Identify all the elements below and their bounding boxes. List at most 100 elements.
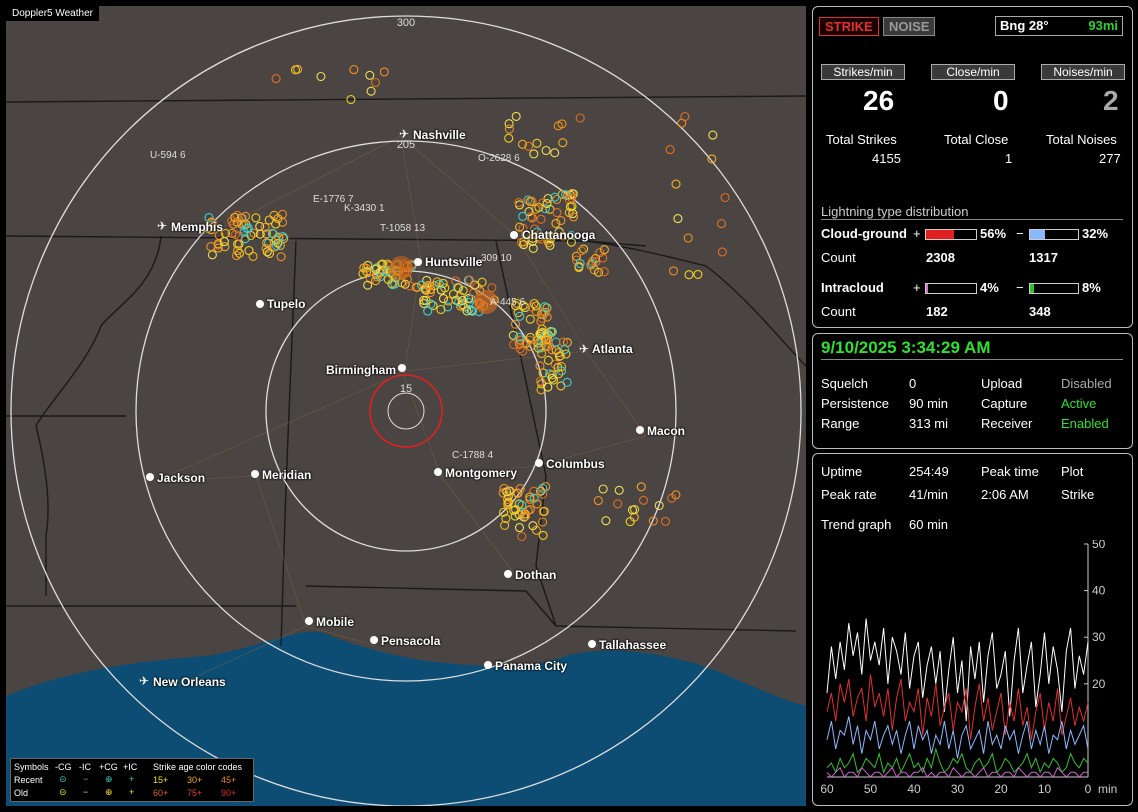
- city-dot: [504, 570, 512, 578]
- trend-series-2: [826, 716, 1089, 759]
- intracloud-label: Intracloud: [821, 280, 884, 295]
- cg-positive-bar: [925, 229, 977, 240]
- strike-marker: [517, 531, 527, 542]
- legend-age-60: 60+: [153, 788, 169, 798]
- strike-marker: [529, 149, 539, 159]
- city-dot: [484, 661, 492, 669]
- city-dot: [588, 640, 596, 648]
- peak-rate-value: 41/min: [909, 487, 949, 502]
- strike-marker: [504, 133, 514, 143]
- distance-value: 93mi: [1088, 18, 1118, 33]
- bearing-value: Bng 28°: [1000, 18, 1049, 33]
- close-per-min-button[interactable]: Close/min: [931, 64, 1015, 80]
- city-dot: [398, 364, 406, 372]
- uptime-label: Uptime: [821, 464, 863, 479]
- legend-age-45: 45+: [221, 775, 237, 785]
- total-close-value: 1: [1005, 151, 1013, 166]
- legend-neg-ic-old-icon: −: [83, 787, 89, 797]
- legend-pos-ic-recent-icon: +: [129, 774, 135, 784]
- squelch-label: Squelch: [821, 376, 868, 391]
- strike-marker: [660, 516, 671, 526]
- x-tick-label: 30: [951, 782, 965, 796]
- strike-marker: [550, 148, 560, 158]
- track-label: C-1788 4: [452, 450, 494, 461]
- trend-graph-value[interactable]: 60 min: [909, 517, 948, 532]
- total-strikes-value: 4155: [872, 151, 901, 166]
- strike-marker: [365, 70, 375, 80]
- cg-positive-count: 2308: [926, 250, 955, 265]
- strike-marker: [276, 252, 286, 262]
- ring-label-15: 15: [400, 383, 412, 395]
- x-tick-label: 40: [907, 782, 921, 796]
- strike-marker: [671, 179, 681, 189]
- city-chattanooga: Chattanooga: [522, 228, 596, 242]
- strike-marker: [277, 209, 288, 219]
- strike-marker: [665, 145, 675, 155]
- track-label: U-594 6: [150, 150, 186, 161]
- airport-icon: ✈: [157, 219, 168, 233]
- city-panama-city: Panama City: [495, 659, 568, 673]
- legend-age-90: 90+: [221, 788, 237, 798]
- ring-label-300: 300: [397, 17, 415, 29]
- strike-mode-button[interactable]: STRIKE: [819, 17, 879, 36]
- datetime-display: 9/10/2025 3:34:29 AM: [821, 338, 991, 357]
- strike-marker: [538, 517, 548, 527]
- legend-pos-ic: +IC: [123, 762, 138, 772]
- city-dot: [256, 300, 264, 308]
- x-tick-label: 50: [864, 782, 878, 796]
- strike-marker: [598, 484, 608, 494]
- city-nashville: Nashville: [413, 128, 466, 142]
- city-dot: [414, 258, 422, 266]
- strike-marker: [525, 314, 535, 324]
- divider: [821, 359, 1123, 360]
- strike-marker: [673, 214, 683, 224]
- strike-marker: [717, 247, 727, 257]
- plot-value[interactable]: Strike: [1061, 487, 1094, 502]
- strike-marker: [668, 266, 679, 276]
- lightning-map[interactable]: 300 205 15 Doppler5 Weather ✈ Nashville …: [6, 6, 806, 806]
- trend-graph-label: Trend graph: [821, 517, 892, 532]
- persistence-label: Persistence: [821, 396, 889, 411]
- strike-marker: [379, 67, 389, 77]
- city-birmingham: Birmingham: [326, 363, 397, 377]
- strike-marker: [680, 111, 690, 122]
- ic-count-label: Count: [821, 304, 856, 319]
- legend-neg-cg-recent-icon: ⊝: [59, 774, 67, 784]
- legend-symbols-label: Symbols: [14, 762, 49, 772]
- city-dot: [251, 470, 259, 478]
- city-huntsville: Huntsville: [425, 255, 483, 269]
- inner-ring: [387, 392, 425, 430]
- city-tallahassee: Tallahassee: [599, 638, 667, 652]
- ic-negative-bar: [1029, 283, 1079, 294]
- strike-marker: [552, 194, 562, 205]
- ic-positive-bar: [925, 283, 977, 294]
- ic-minus-sign: −: [1016, 280, 1024, 295]
- legend-pos-cg-recent-icon: ⊕: [105, 774, 113, 784]
- strike-marker: [551, 337, 561, 347]
- strike-marker: [536, 214, 546, 224]
- strike-marker: [575, 113, 585, 123]
- strike-marker: [477, 277, 487, 287]
- strike-marker: [538, 530, 548, 540]
- strikes-per-min-button[interactable]: Strikes/min: [821, 64, 905, 80]
- range-value: 313 mi: [909, 416, 949, 431]
- ic-positive-count: 182: [926, 304, 948, 319]
- cg-negative-pct: 32%: [1082, 226, 1109, 241]
- strike-marker: [683, 233, 693, 243]
- strike-marker: [532, 138, 542, 148]
- receiver-label: Receiver: [981, 416, 1033, 431]
- strike-marker: [636, 482, 646, 492]
- strike-marker: [504, 124, 514, 134]
- city-jackson: Jackson: [157, 471, 206, 485]
- noise-mode-button[interactable]: NOISE: [883, 17, 936, 36]
- total-strikes-label: Total Strikes: [826, 132, 897, 147]
- noises-per-min-button[interactable]: Noises/min: [1041, 64, 1125, 80]
- bearing-box: Bng 28° 93mi: [995, 16, 1123, 36]
- legend-neg-cg: -CG: [55, 762, 72, 772]
- strike-marker: [720, 192, 730, 203]
- x-tick-label: 10: [1038, 782, 1052, 796]
- strike-marker: [271, 74, 281, 84]
- city-dot: [305, 617, 313, 625]
- strike-marker: [599, 245, 609, 255]
- strike-marker: [613, 499, 623, 509]
